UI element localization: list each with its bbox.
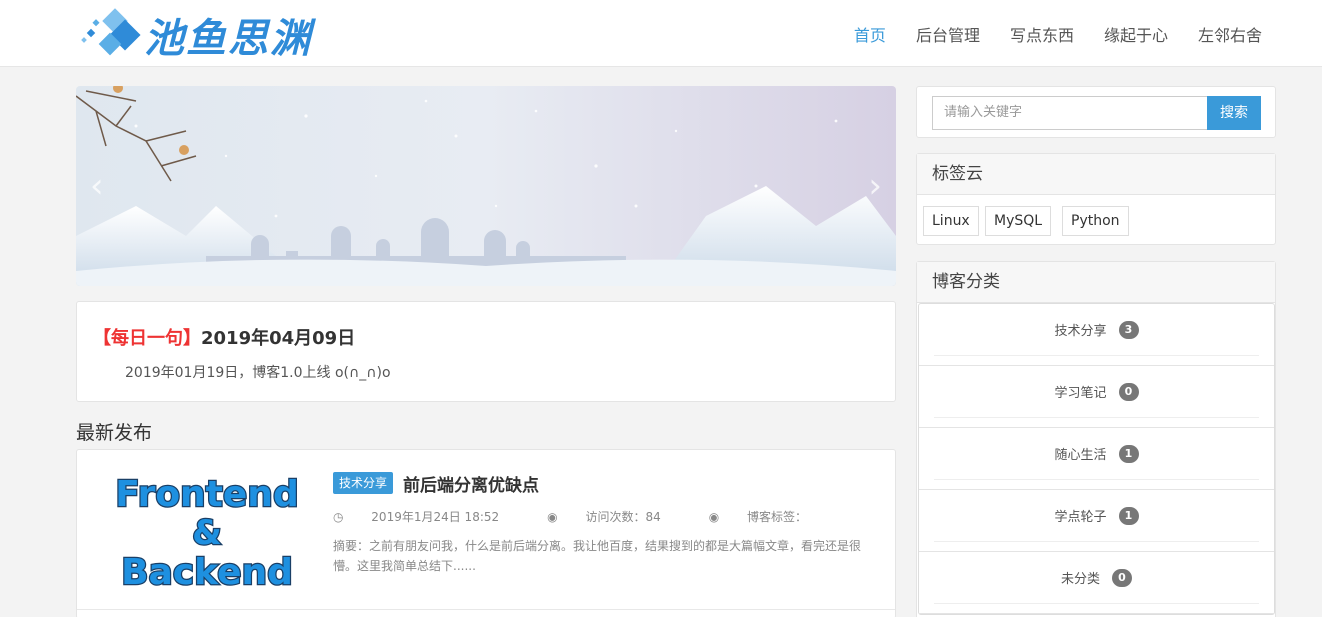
chevron-right-icon[interactable]: › (868, 166, 882, 206)
category-item[interactable]: 学点轮子 1 (919, 490, 1274, 552)
nav-friends[interactable]: 左邻右舍 (1198, 24, 1262, 48)
category-title: 博客分类 (917, 262, 1275, 303)
article-thumbnail[interactable]: Frontend & Backend (99, 468, 315, 590)
article-views-text: 访问次数：84 (585, 510, 661, 524)
thumbnail-word-2: & (192, 513, 222, 553)
latest-posts-heading: 最新发布 (76, 422, 153, 444)
category-count-badge: 0 (1112, 568, 1132, 587)
daily-quote-text: 2019年01月19日，博客1.0上线 o(∩_∩)o (125, 365, 391, 381)
article-date: ◷ 2019年1月24日 18:52 (333, 508, 523, 525)
daily-quote-date: 2019年04月09日 (201, 328, 356, 349)
article-title[interactable]: 前后端分离优缺点 (403, 471, 539, 496)
article-excerpt: 摘要：之前有朋友问我，什么是前后端分离。我让他百度，结果搜到的都是大篇幅文章，看… (333, 539, 862, 573)
category-count-badge: 0 (1118, 382, 1139, 401)
logo-diamond-icon (81, 8, 141, 56)
site-logo[interactable]: 池鱼思渊 (80, 6, 312, 64)
thumbnail-word-3: Backend (121, 552, 293, 590)
search-widget: 请输入关键字 搜索 (916, 86, 1276, 138)
category-item[interactable]: 学习笔记 0 (919, 366, 1274, 428)
nav-write[interactable]: 写点东西 (1010, 24, 1074, 48)
tag-cloud-widget: 标签云 Linux MySQL Python (916, 153, 1276, 245)
article-divider (77, 609, 895, 610)
category-item[interactable]: 技术分享 3 (919, 304, 1274, 366)
article-tags-text: 博客标签： (747, 510, 808, 524)
clock-icon: ◷ (333, 510, 348, 524)
eye-icon: ◉ (547, 510, 562, 524)
chevron-left-icon[interactable]: ‹ (90, 166, 104, 206)
nav-home[interactable]: 首页 (854, 24, 886, 48)
category-count-badge: 3 (1118, 320, 1139, 339)
tag-cloud-title: 标签云 (917, 154, 1275, 195)
category-name: 随心生活 (1054, 448, 1107, 463)
article-views: ◉ 访问次数：84 (547, 508, 685, 525)
article-card: Frontend & Backend 技术分享 前后端分离优缺点 ◷ 2019年… (76, 449, 896, 617)
nav-admin[interactable]: 后台管理 (916, 24, 980, 48)
category-widget: 博客分类 技术分享 3 学习笔记 0 随心生活 1 学点轮子 1 未分类 0 (916, 261, 1276, 617)
category-count-badge: 1 (1118, 444, 1139, 463)
search-button[interactable]: 搜索 (1207, 96, 1261, 130)
category-name: 未分类 (1060, 572, 1100, 587)
article-tags: ◉ 博客标签： (709, 508, 831, 525)
category-count-badge: 1 (1118, 506, 1139, 525)
category-name: 技术分享 (1054, 324, 1107, 339)
category-name: 学习笔记 (1054, 386, 1107, 401)
category-name: 学点轮子 (1054, 510, 1107, 525)
tag-python[interactable]: Python (1062, 206, 1129, 236)
hero-carousel[interactable]: ‹ › (76, 86, 896, 286)
main-nav: 首页 后台管理 写点东西 缘起于心 左邻右舍 (824, 24, 1262, 48)
tag-linux[interactable]: Linux (923, 206, 979, 236)
daily-quote-title: 【每日一句】2019年04月09日 (93, 324, 355, 350)
article-date-text: 2019年1月24日 18:52 (371, 510, 500, 524)
winter-banner-image (76, 86, 896, 286)
thumbnail-word-1: Frontend (115, 474, 298, 515)
category-list: 技术分享 3 学习笔记 0 随心生活 1 学点轮子 1 未分类 0 (918, 303, 1275, 615)
logo-text: 池鱼思渊 (144, 15, 312, 62)
eye-icon: ◉ (708, 510, 724, 524)
category-item[interactable]: 未分类 0 (919, 552, 1274, 614)
daily-quote-panel: 【每日一句】2019年04月09日 2019年01月19日，博客1.0上线 o(… (76, 301, 896, 402)
tag-mysql[interactable]: MySQL (985, 206, 1052, 236)
category-item[interactable]: 随心生活 1 (919, 428, 1274, 490)
search-input[interactable]: 请输入关键字 (932, 96, 1208, 130)
article-category-badge[interactable]: 技术分享 (333, 472, 394, 494)
article-meta: ◷ 2019年1月24日 18:52 ◉ 访问次数：84 ◉ 博客标签： (333, 508, 855, 525)
top-navbar: 池鱼思渊 首页 后台管理 写点东西 缘起于心 左邻右舍 (0, 0, 1322, 67)
nav-about[interactable]: 缘起于心 (1104, 24, 1168, 48)
daily-quote-tag: 【每日一句】 (93, 328, 201, 349)
